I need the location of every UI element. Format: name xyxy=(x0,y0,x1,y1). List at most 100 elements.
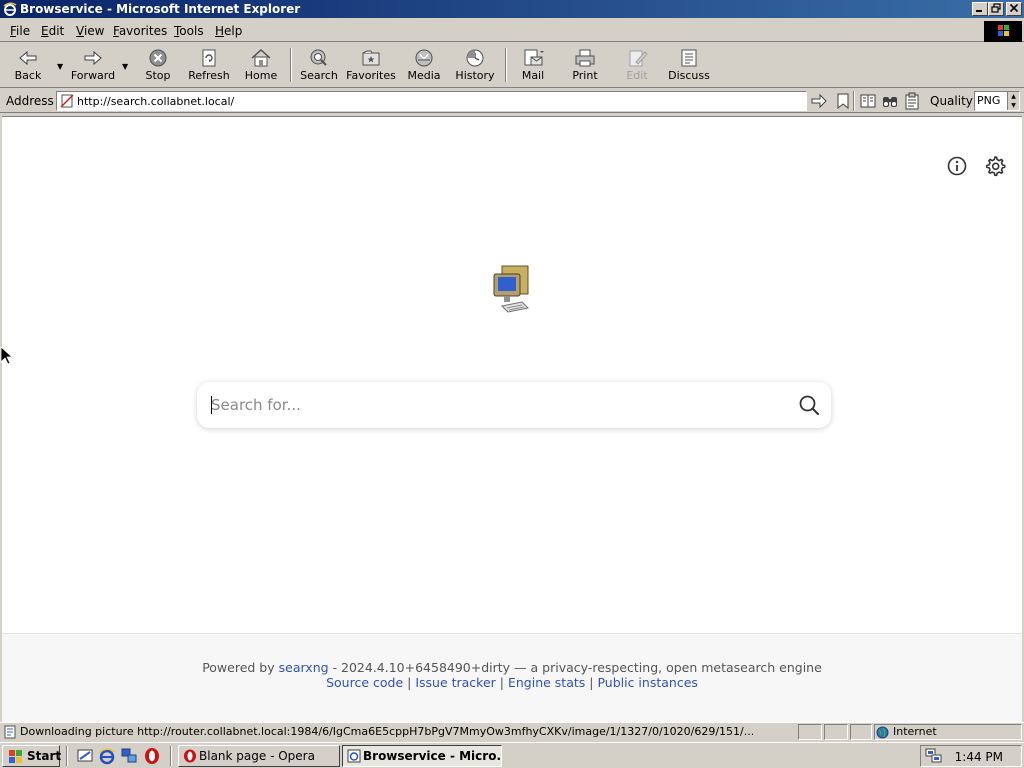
refresh-icon xyxy=(202,49,216,67)
minimize-icon xyxy=(976,10,982,12)
windows-flag-icon xyxy=(9,750,22,763)
restore-icon xyxy=(991,3,1001,13)
discuss-label: Discuss xyxy=(668,69,710,82)
refresh-label: Refresh xyxy=(188,69,230,82)
edit-button[interactable]: Edit xyxy=(622,46,652,86)
page-footer: Powered by searxng - 2024.4.10+6458490+d… xyxy=(2,633,1022,723)
menu-favorites-label: avorites xyxy=(118,24,168,38)
find-binoculars-icon[interactable] xyxy=(881,92,899,110)
opera-quicklaunch-icon[interactable] xyxy=(143,747,161,765)
network-status-icon[interactable] xyxy=(925,748,943,764)
open-book-icon[interactable] xyxy=(859,92,877,110)
internet-explorer-icon xyxy=(3,2,17,16)
print-button[interactable]: Print xyxy=(570,46,600,86)
opera-task-icon xyxy=(184,749,196,763)
status-panel xyxy=(850,724,872,740)
menu-view-label: iew xyxy=(83,24,105,38)
quality-label: Quality xyxy=(930,94,973,108)
footer-separator: | xyxy=(495,675,508,690)
task-opera[interactable]: Blank page - Opera xyxy=(178,745,340,767)
public-instances-link[interactable]: Public instances xyxy=(597,675,697,690)
favorites-folder-icon xyxy=(362,50,380,66)
issue-tracker-link[interactable]: Issue tracker xyxy=(415,675,496,690)
menu-favorites[interactable]: Favorites xyxy=(113,24,167,38)
task-opera-label: Blank page - Opera xyxy=(199,749,315,763)
history-label: History xyxy=(455,69,495,82)
status-panel xyxy=(824,724,848,740)
address-input[interactable] xyxy=(77,93,797,109)
back-dropdown-arrow[interactable]: ▼ xyxy=(57,62,63,71)
powered-by-text: Powered by xyxy=(202,660,275,675)
status-panel xyxy=(798,724,822,740)
searxng-link[interactable]: searxng xyxy=(279,660,329,675)
mouse-cursor-icon xyxy=(0,346,12,365)
history-button[interactable]: History xyxy=(454,46,496,86)
title-bar[interactable]: Browservice - Microsoft Internet Explore… xyxy=(0,0,1024,18)
search-toolbar-button[interactable]: Search xyxy=(300,46,338,86)
stop-label: Stop xyxy=(145,69,171,82)
search-input[interactable] xyxy=(211,393,771,417)
home-icon xyxy=(251,48,271,67)
task-browservice[interactable]: Browservice - Micro... xyxy=(342,745,502,767)
toolbar-separator xyxy=(505,48,507,82)
security-zone-label: Internet xyxy=(893,725,937,738)
address-label: Address xyxy=(6,94,54,108)
quality-up-arrow-icon[interactable]: ▲ xyxy=(1011,93,1016,100)
refresh-button[interactable]: Refresh xyxy=(188,46,230,86)
bookmark-icon[interactable] xyxy=(834,92,852,110)
forward-dropdown-arrow[interactable]: ▼ xyxy=(122,62,128,71)
info-icon[interactable] xyxy=(946,155,968,177)
address-field[interactable] xyxy=(56,91,807,111)
menu-file[interactable]: File xyxy=(10,24,30,38)
favorites-button[interactable]: Favorites xyxy=(346,46,396,86)
menu-help[interactable]: Help xyxy=(215,24,242,38)
address-separator xyxy=(853,91,855,111)
stop-icon xyxy=(149,49,167,67)
minimize-button[interactable] xyxy=(972,2,988,16)
settings-gear-icon[interactable] xyxy=(983,154,1007,178)
home-button[interactable]: Home xyxy=(244,46,278,86)
print-label: Print xyxy=(572,69,598,82)
source-code-link[interactable]: Source code xyxy=(326,675,403,690)
printer-icon xyxy=(575,49,595,67)
restore-button[interactable] xyxy=(988,2,1004,16)
discuss-button[interactable]: Discuss xyxy=(668,46,710,86)
mail-button[interactable]: Mail xyxy=(516,46,550,86)
text-caret xyxy=(211,396,212,414)
quality-select[interactable]: PNG ▲ ▼ xyxy=(974,91,1020,111)
quality-value: PNG xyxy=(977,94,1001,107)
edit-label: Edit xyxy=(626,69,648,82)
menu-tools[interactable]: Tools xyxy=(174,24,204,38)
page-content: Powered by searxng - 2024.4.10+6458490+d… xyxy=(2,116,1022,723)
close-button[interactable] xyxy=(1006,2,1022,16)
back-button[interactable]: Back xyxy=(10,46,46,86)
stop-button[interactable]: Stop xyxy=(142,46,174,86)
media-label: Media xyxy=(407,69,441,82)
go-arrow-icon[interactable] xyxy=(810,92,828,110)
network-quicklaunch-icon[interactable] xyxy=(120,747,138,765)
menu-view[interactable]: View xyxy=(76,24,104,38)
menu-tools-label: ools xyxy=(179,24,204,38)
search-icon[interactable] xyxy=(797,393,821,417)
status-text: Downloading picture http://router.collab… xyxy=(20,725,755,738)
media-button[interactable]: Media xyxy=(406,46,442,86)
menu-help-label: elp xyxy=(224,24,243,38)
forward-button[interactable]: Forward xyxy=(70,46,116,86)
show-desktop-icon[interactable] xyxy=(76,747,94,765)
footer-powered-line: Powered by searxng - 2024.4.10+6458490+d… xyxy=(2,660,1022,675)
quality-spinner[interactable]: ▲ ▼ xyxy=(1007,92,1019,110)
system-clock[interactable]: 1:44 PM xyxy=(955,750,1003,764)
start-button[interactable]: Start xyxy=(2,745,62,767)
menu-bar: File Edit View Favorites Tools Help xyxy=(0,20,1024,42)
back-arrow-icon xyxy=(19,50,37,66)
menu-edit[interactable]: Edit xyxy=(41,24,64,38)
clipboard-icon[interactable] xyxy=(903,92,921,110)
start-label: Start xyxy=(27,749,62,763)
search-toolbar-label: Search xyxy=(300,69,338,82)
engine-stats-link[interactable]: Engine stats xyxy=(508,675,585,690)
forward-label: Forward xyxy=(70,69,116,82)
internet-explorer-quicklaunch-icon[interactable] xyxy=(98,747,116,765)
ie-task-icon xyxy=(347,749,361,763)
quality-down-arrow-icon[interactable]: ▼ xyxy=(1011,102,1016,109)
search-box xyxy=(197,382,831,428)
